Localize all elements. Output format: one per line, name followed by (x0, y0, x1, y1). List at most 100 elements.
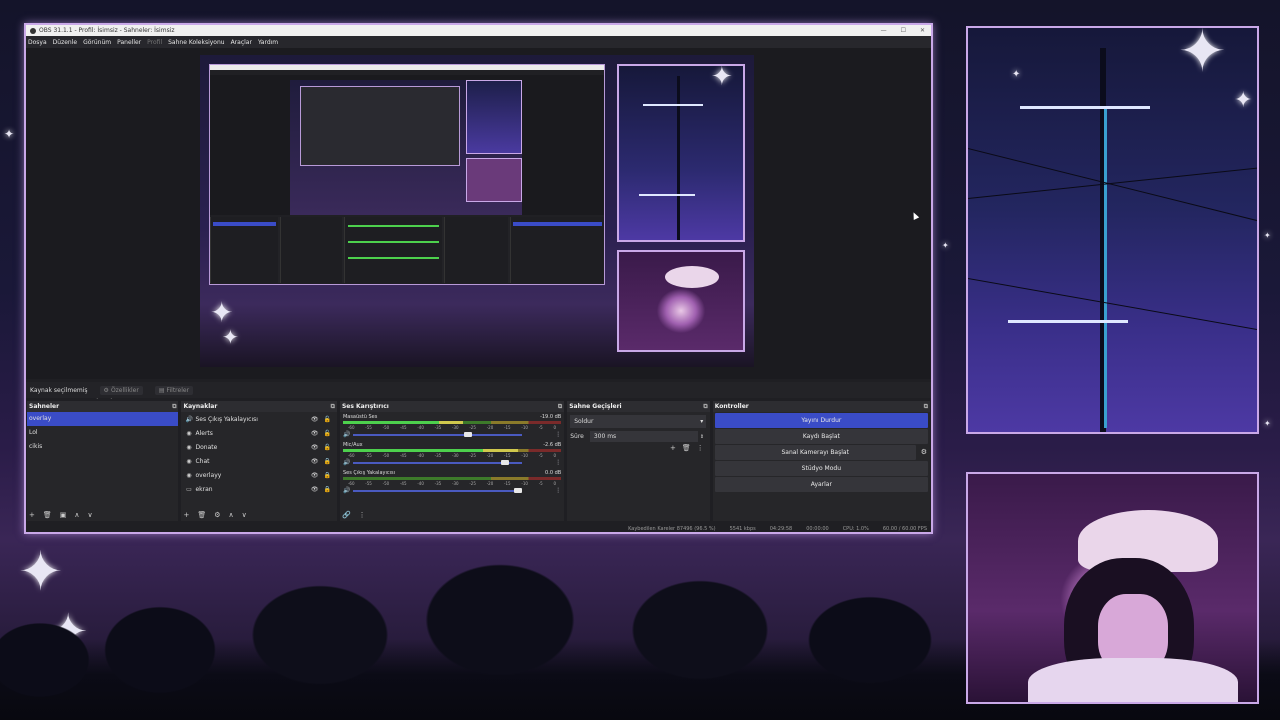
chevron-down-icon: ▾ (700, 418, 704, 425)
preview-canvas-area[interactable]: ✦ ✦ ✦ — 50% + Pencereye Boyutlandır (26, 48, 931, 400)
menu-item-duzenle[interactable]: Düzenle (53, 39, 77, 46)
source-item[interactable]: ◉ Alerts 👁 🔓 (181, 426, 336, 440)
program-preview[interactable]: ✦ ✦ ✦ (200, 55, 754, 367)
lock-icon[interactable]: 🔓 (323, 444, 330, 451)
speaker-icon[interactable]: 🔊 (343, 431, 350, 438)
source-item[interactable]: ◉ overlayy 👁 🔒 (181, 468, 336, 482)
stream-time: 04:29:58 (769, 526, 793, 532)
title-bar: OBS 31.1.1 - Profil: İsimsiz - Sahneler:… (26, 25, 931, 36)
menu-item-araclar[interactable]: Araçlar (231, 39, 252, 46)
more-options-icon[interactable]: ⋮ (555, 459, 561, 466)
dock-menu-icon[interactable]: ⧉ (331, 403, 335, 411)
dock-menu-icon[interactable]: ⧉ (172, 403, 176, 411)
meter-tick: -55 (365, 453, 372, 458)
duration-input[interactable]: 300 ms (589, 431, 698, 442)
eye-icon[interactable]: 👁 (311, 430, 319, 437)
gear-icon[interactable]: ⚙ (214, 511, 220, 519)
source-item[interactable]: ◉ Chat 👁 🔒 (181, 454, 336, 468)
sources-title: Kaynaklar (183, 403, 218, 410)
menu-item-gorunum[interactable]: Görünüm (83, 39, 111, 46)
meter-tick: -10 (521, 453, 528, 458)
more-options-icon[interactable]: ⋮ (697, 444, 704, 452)
mixer-channel: Ses Çıkış Yakalayıcısı 0.0 dB -60 -55 -50 -45… (340, 470, 564, 494)
speaker-icon[interactable]: 🔊 (343, 487, 350, 494)
studio-mode-button[interactable]: Stüdyo Modu (714, 461, 928, 476)
add-icon[interactable]: + (183, 511, 189, 519)
meter-tick: -45 (399, 425, 407, 430)
webcam-feed (966, 472, 1259, 704)
volume-slider[interactable] (353, 459, 523, 465)
meter-tick: -45 (399, 453, 407, 458)
menu-item-dosya[interactable]: Dosya (28, 39, 47, 46)
sparkle-star: ✦ (1234, 88, 1253, 113)
settings-button[interactable]: Ayarlar (714, 477, 928, 492)
volume-slider[interactable] (353, 431, 523, 437)
volume-slider[interactable] (353, 487, 523, 493)
menu-item-yardim[interactable]: Yardım (258, 39, 278, 46)
fps: 60.00 / 60.00 FPS (882, 526, 927, 532)
more-options-icon[interactable]: ⋮ (359, 511, 366, 519)
menu-item-sahne-koleksiyonu[interactable]: Sahne Koleksiyonu (168, 39, 224, 46)
properties-button[interactable]: ⚙ Özellikler (99, 385, 143, 395)
menu-item-profil[interactable]: Profil (147, 39, 162, 46)
filters-button[interactable]: ▤ Filtreler (154, 385, 194, 395)
minimize-icon[interactable]: — (881, 27, 887, 34)
dock-menu-icon[interactable]: ⧉ (703, 403, 707, 411)
dock-menu-icon[interactable]: ⧉ (558, 403, 562, 411)
trash-icon[interactable]: 🗑 (197, 511, 206, 519)
scene-item-cikis[interactable]: cikis (27, 440, 178, 454)
meter-tick: -55 (365, 481, 372, 486)
down-arrow-icon[interactable]: ∨ (88, 511, 93, 519)
mixer-channel: Masaüstü Ses -19.0 dB -60 -55 -50 -45 -40 -35 -3… (340, 414, 564, 438)
meter-tick: -60 (347, 453, 355, 458)
sparkle-star: ✦ (222, 325, 239, 349)
stepper-icon[interactable]: ⇕ (700, 434, 704, 440)
eye-icon[interactable]: 👁 (311, 416, 319, 423)
lock-icon[interactable]: 🔒 (323, 458, 330, 465)
maximize-icon[interactable]: ☐ (901, 27, 906, 34)
source-item[interactable]: 🔊 Ses Çıkış Yakalayıcısı 👁 🔓 (181, 412, 336, 426)
menu-item-paneller[interactable]: Paneller (117, 39, 141, 46)
meter-tick: -50 (382, 481, 390, 486)
filter-icon[interactable]: ▣ (60, 511, 67, 519)
meter-ticks: -60 -55 -50 -45 -40 -35 -30 -25 -20 -15 -10 -5 0 (340, 481, 564, 486)
trash-icon[interactable]: 🗑 (682, 444, 691, 452)
add-icon[interactable]: + (670, 444, 676, 452)
lock-icon[interactable]: 🔒 (323, 486, 330, 493)
eye-icon[interactable]: 👁 (311, 458, 319, 465)
down-arrow-icon[interactable]: ∨ (242, 511, 247, 519)
lock-icon[interactable]: 🔒 (323, 472, 330, 479)
transition-select[interactable]: Soldur ▾ (570, 415, 707, 428)
dock-menu-icon[interactable]: ⧉ (924, 403, 928, 411)
speaker-icon[interactable]: 🔊 (343, 459, 350, 466)
source-item[interactable]: ▭ ekran 👁 🔒 (181, 482, 336, 496)
up-arrow-icon[interactable]: ∧ (229, 511, 234, 519)
meter-tick: -40 (417, 481, 424, 486)
eye-icon[interactable]: 👁 (311, 472, 319, 479)
lock-icon[interactable]: 🔓 (323, 416, 330, 423)
up-arrow-icon[interactable]: ∧ (74, 511, 79, 519)
meter-tick: -5 (538, 453, 543, 458)
stop-streaming-button[interactable]: Yayını Durdur (714, 413, 928, 428)
meter-tick: -25 (469, 425, 476, 430)
start-recording-button[interactable]: Kaydı Başlat (714, 429, 928, 444)
more-options-icon[interactable]: ⋮ (555, 431, 561, 438)
add-icon[interactable]: + (29, 511, 35, 519)
close-icon[interactable]: ✕ (920, 27, 925, 34)
trash-icon[interactable]: 🗑 (43, 511, 52, 519)
link-icon[interactable]: 🔗 (342, 511, 351, 519)
lock-icon[interactable]: 🔓 (323, 430, 330, 437)
meter-tick: -60 (347, 481, 355, 486)
scene-item-lol[interactable]: Lol (27, 426, 178, 440)
eye-icon[interactable]: 👁 (311, 486, 319, 493)
eye-icon[interactable]: 👁 (311, 444, 319, 451)
start-virtual-camera-button[interactable]: Sanal Kamerayı Başlat (714, 445, 916, 460)
scene-item-overlay[interactable]: overlay (27, 412, 179, 426)
source-item[interactable]: ◉ Donate 👁 🔓 (181, 440, 336, 454)
more-options-icon[interactable]: ⋮ (555, 487, 561, 494)
sparkle-star: ✦ (1178, 26, 1227, 85)
meter-tick: -35 (434, 425, 442, 430)
gear-icon[interactable]: ⚙ (921, 448, 927, 456)
meter-tick: -45 (399, 481, 407, 486)
meter-tick: -20 (486, 481, 494, 486)
